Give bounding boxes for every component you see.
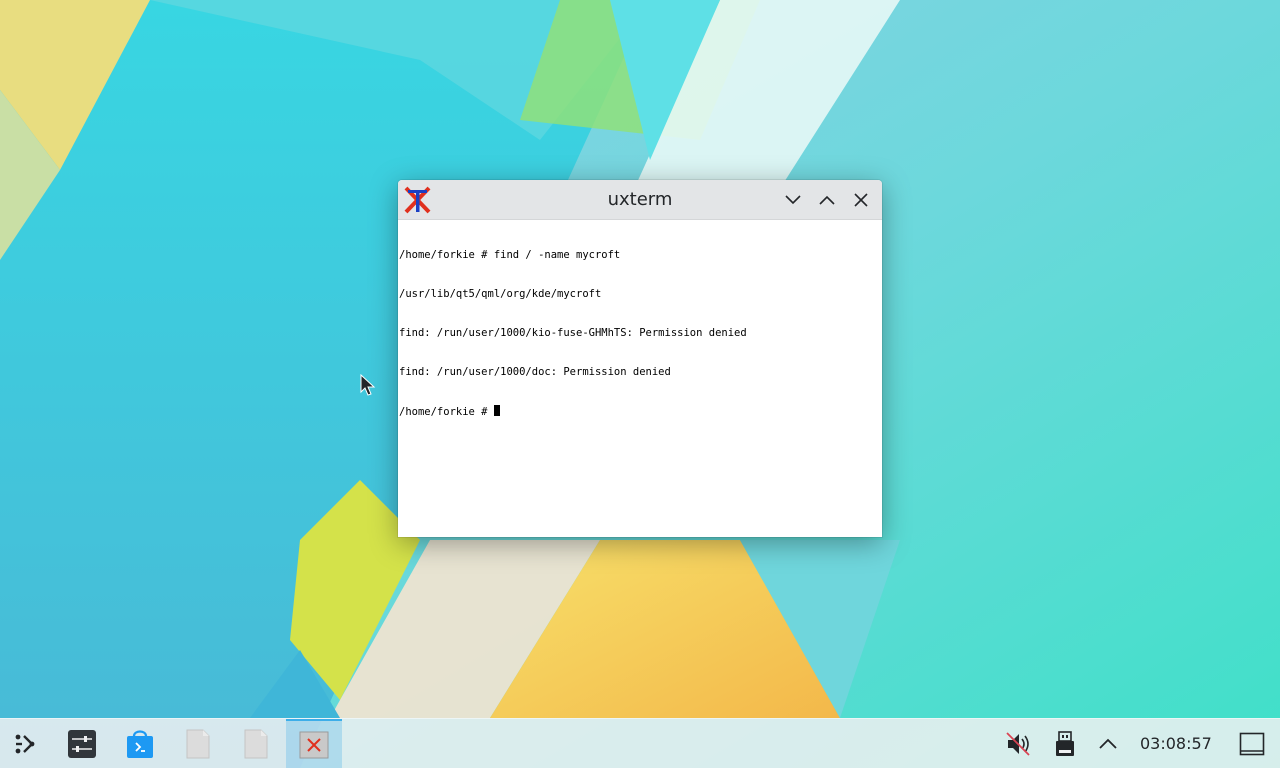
application-launcher-icon[interactable] xyxy=(4,719,46,768)
text-cursor xyxy=(493,405,500,416)
uxterm-window[interactable]: uxterm /home/forkie # find / -name mycro… xyxy=(398,180,882,537)
terminal-prompt: /home/forkie # xyxy=(399,406,494,418)
task-discover[interactable] xyxy=(114,719,166,768)
task-system-settings[interactable] xyxy=(56,719,108,768)
maximize-button[interactable] xyxy=(817,190,837,210)
terminal-output[interactable]: /home/forkie # find / -name mycroft /usr… xyxy=(399,223,882,537)
system-settings-icon xyxy=(68,730,96,758)
window-title: uxterm xyxy=(607,189,673,210)
discover-store-icon xyxy=(127,730,153,758)
file-document-icon xyxy=(244,729,268,759)
terminal-line: /usr/lib/qt5/qml/org/kde/mycroft xyxy=(399,288,602,300)
close-button[interactable] xyxy=(851,190,871,210)
show-desktop-icon[interactable] xyxy=(1232,719,1272,768)
file-document-icon xyxy=(186,729,210,759)
terminal-prompt-line[interactable]: /home/forkie # xyxy=(399,405,882,418)
task-uxterm[interactable] xyxy=(286,719,342,768)
chevron-down-icon xyxy=(785,195,801,205)
task-document-1[interactable] xyxy=(172,719,224,768)
taskbar: 03:08:57 xyxy=(0,718,1280,768)
task-document-2[interactable] xyxy=(230,719,282,768)
minimize-button[interactable] xyxy=(783,190,803,210)
window-titlebar[interactable]: uxterm xyxy=(398,180,882,220)
terminal-line: /home/forkie # find / -name mycroft xyxy=(399,249,621,261)
terminal-line: find: /run/user/1000/doc: Permission den… xyxy=(399,366,671,378)
usb-device-icon[interactable] xyxy=(1046,719,1084,768)
mouse-pointer-icon xyxy=(360,374,376,396)
audio-muted-icon[interactable] xyxy=(998,719,1038,768)
xterm-icon xyxy=(299,731,329,759)
clock[interactable]: 03:08:57 xyxy=(1140,719,1212,768)
chevron-up-icon xyxy=(819,195,835,205)
chevron-up-icon[interactable] xyxy=(1092,719,1124,768)
terminal-line: find: /run/user/1000/kio-fuse-GHMhTS: Pe… xyxy=(399,327,747,339)
close-icon xyxy=(854,193,868,207)
